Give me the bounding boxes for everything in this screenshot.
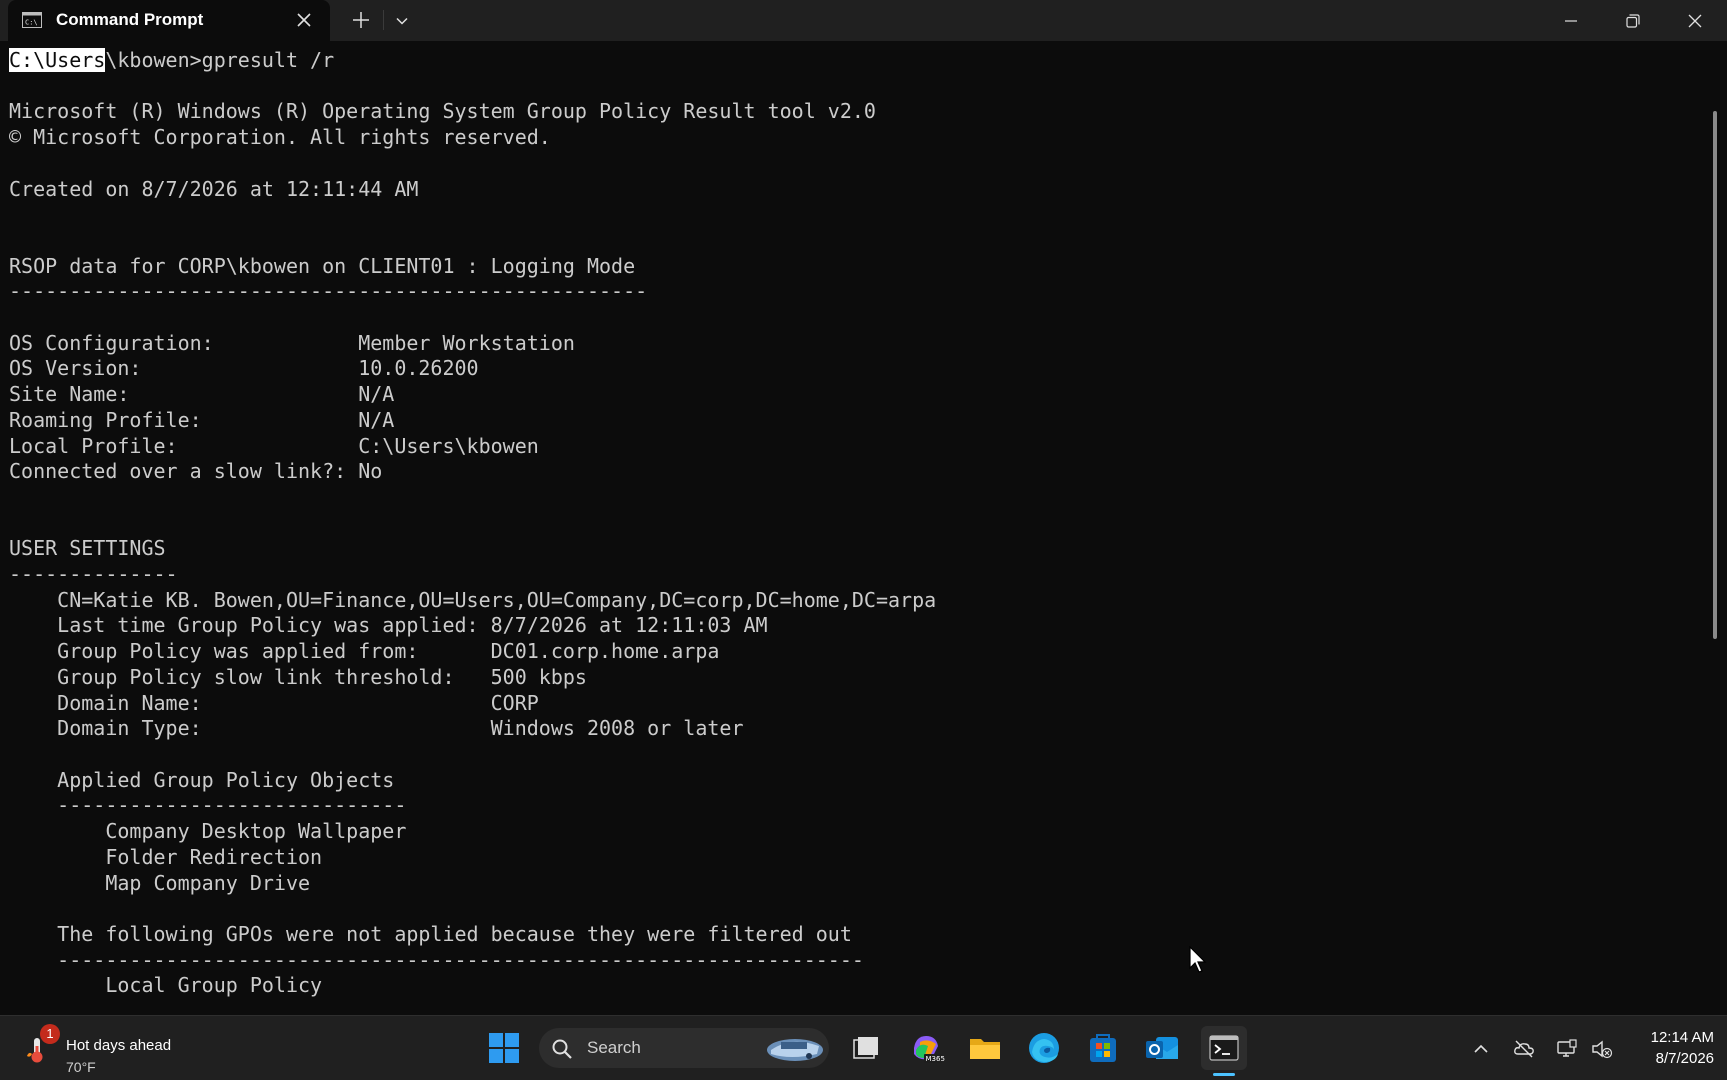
console-line: OS Configuration: Member Workstation [9,330,575,355]
console-line: Local Group Policy [9,973,323,998]
new-tab-plus-icon[interactable] [352,11,370,29]
search-placeholder: Search [587,1038,641,1057]
edge-browser-icon[interactable] [1024,1028,1064,1068]
console-line: Group Policy was applied from: DC01.corp… [9,639,720,664]
console-text: C:\Users\kbowen>gpresult /r Microsoft (R… [9,48,936,999]
console-line: RSOP data for CORP\kbowen on CLIENT01 : … [9,253,636,278]
restore-icon [1626,14,1640,28]
network-icon[interactable] [1556,1038,1578,1060]
console-line: Domain Name: CORP [9,690,539,715]
outlook-icon[interactable] [1142,1028,1182,1068]
console-line: Company Desktop Wallpaper [9,819,407,844]
console-line: Map Company Drive [9,870,311,895]
console-line: Site Name: N/A [9,382,395,407]
tab-separator [383,10,384,30]
console-line: USER SETTINGS [9,536,166,561]
command-output: Microsoft (R) Windows (R) Operating Syst… [9,99,936,997]
console-line: Created on 8/7/2026 at 12:11:44 AM [9,176,419,201]
notification-badge: 1 [40,1024,60,1044]
close-tab-icon[interactable] [296,12,312,28]
task-view-icon[interactable] [846,1028,886,1068]
terminal-taskbar-button[interactable] [1201,1026,1247,1070]
console-line: Domain Type: Windows 2008 or later [9,716,744,741]
restore-button[interactable] [1603,0,1663,40]
title-bar: C:\ Command Prompt [0,0,1727,41]
taskbar: 1 Hot days ahead 70°F Search M365 12:14 … [0,1015,1727,1080]
console-line: Microsoft (R) Windows (R) Operating Syst… [9,99,876,124]
console-line: Group Policy slow link threshold: 500 kb… [9,664,587,689]
search-highlight-image-icon [767,1039,823,1061]
console-line: OS Version: 10.0.26200 [9,356,479,381]
tab-title: Command Prompt [56,10,204,29]
active-app-indicator [1213,1073,1235,1076]
weather-temperature: 70°F [66,1059,96,1075]
console-line: Last time Group Policy was applied: 8/7/… [9,613,768,638]
console-line: CN=Katie KB. Bowen,OU=Finance,OU=Users,O… [9,587,937,612]
prompt-command: \kbowen>gpresult /r [105,48,335,72]
console-line: Applied Group Policy Objects [9,767,395,792]
terminal-icon [1209,1035,1239,1061]
search-icon [552,1039,572,1059]
svg-text:C:\: C:\ [25,19,38,27]
microsoft-365-copilot-icon[interactable]: M365 [906,1028,946,1068]
console-line: The following GPOs were not applied beca… [9,921,852,946]
weather-title: Hot days ahead [66,1037,172,1054]
console-output[interactable]: C:\Users\kbowen>gpresult /r Microsoft (R… [0,41,1710,1015]
console-line: ----------------------------------------… [9,947,864,972]
clock-date: 8/7/2026 [1655,1050,1714,1067]
taskbar-search-box[interactable]: Search [539,1028,829,1068]
windows-start-icon[interactable] [484,1028,524,1068]
cmd-icon: C:\ [22,12,42,28]
system-clock[interactable]: 12:14 AM 8/7/2026 [1628,1026,1716,1070]
console-line: -------------- [9,562,178,587]
selected-text: C:\Users [9,48,106,72]
scrollbar-thumb[interactable] [1713,111,1717,639]
console-line: Roaming Profile: N/A [9,407,395,432]
microsoft-store-icon[interactable] [1083,1028,1123,1068]
volume-muted-icon[interactable] [1591,1038,1613,1060]
console-line: ----------------------------------------… [9,279,648,304]
chevron-up-icon[interactable] [1470,1038,1492,1060]
console-line: Local Profile: C:\Users\kbowen [9,433,539,458]
console-line: Folder Redirection [9,844,323,869]
clock-time: 12:14 AM [1650,1029,1714,1046]
close-window-button[interactable] [1665,0,1725,40]
mouse-pointer-icon [1189,946,1207,973]
chevron-down-icon[interactable] [395,14,409,28]
weather-widget[interactable]: 1 Hot days ahead 70°F [20,1024,190,1075]
minimize-icon [1565,20,1577,22]
onedrive-offline-icon[interactable] [1513,1038,1535,1060]
minimize-button[interactable] [1541,0,1601,40]
console-line: Connected over a slow link?: No [9,459,383,484]
console-line: © Microsoft Corporation. All rights rese… [9,125,551,150]
file-explorer-icon[interactable] [965,1028,1005,1068]
tab-command-prompt[interactable]: C:\ Command Prompt [8,0,330,41]
svg-text:M365: M365 [926,1055,945,1063]
console-line: ----------------------------- [9,793,407,818]
close-icon [1688,14,1702,28]
